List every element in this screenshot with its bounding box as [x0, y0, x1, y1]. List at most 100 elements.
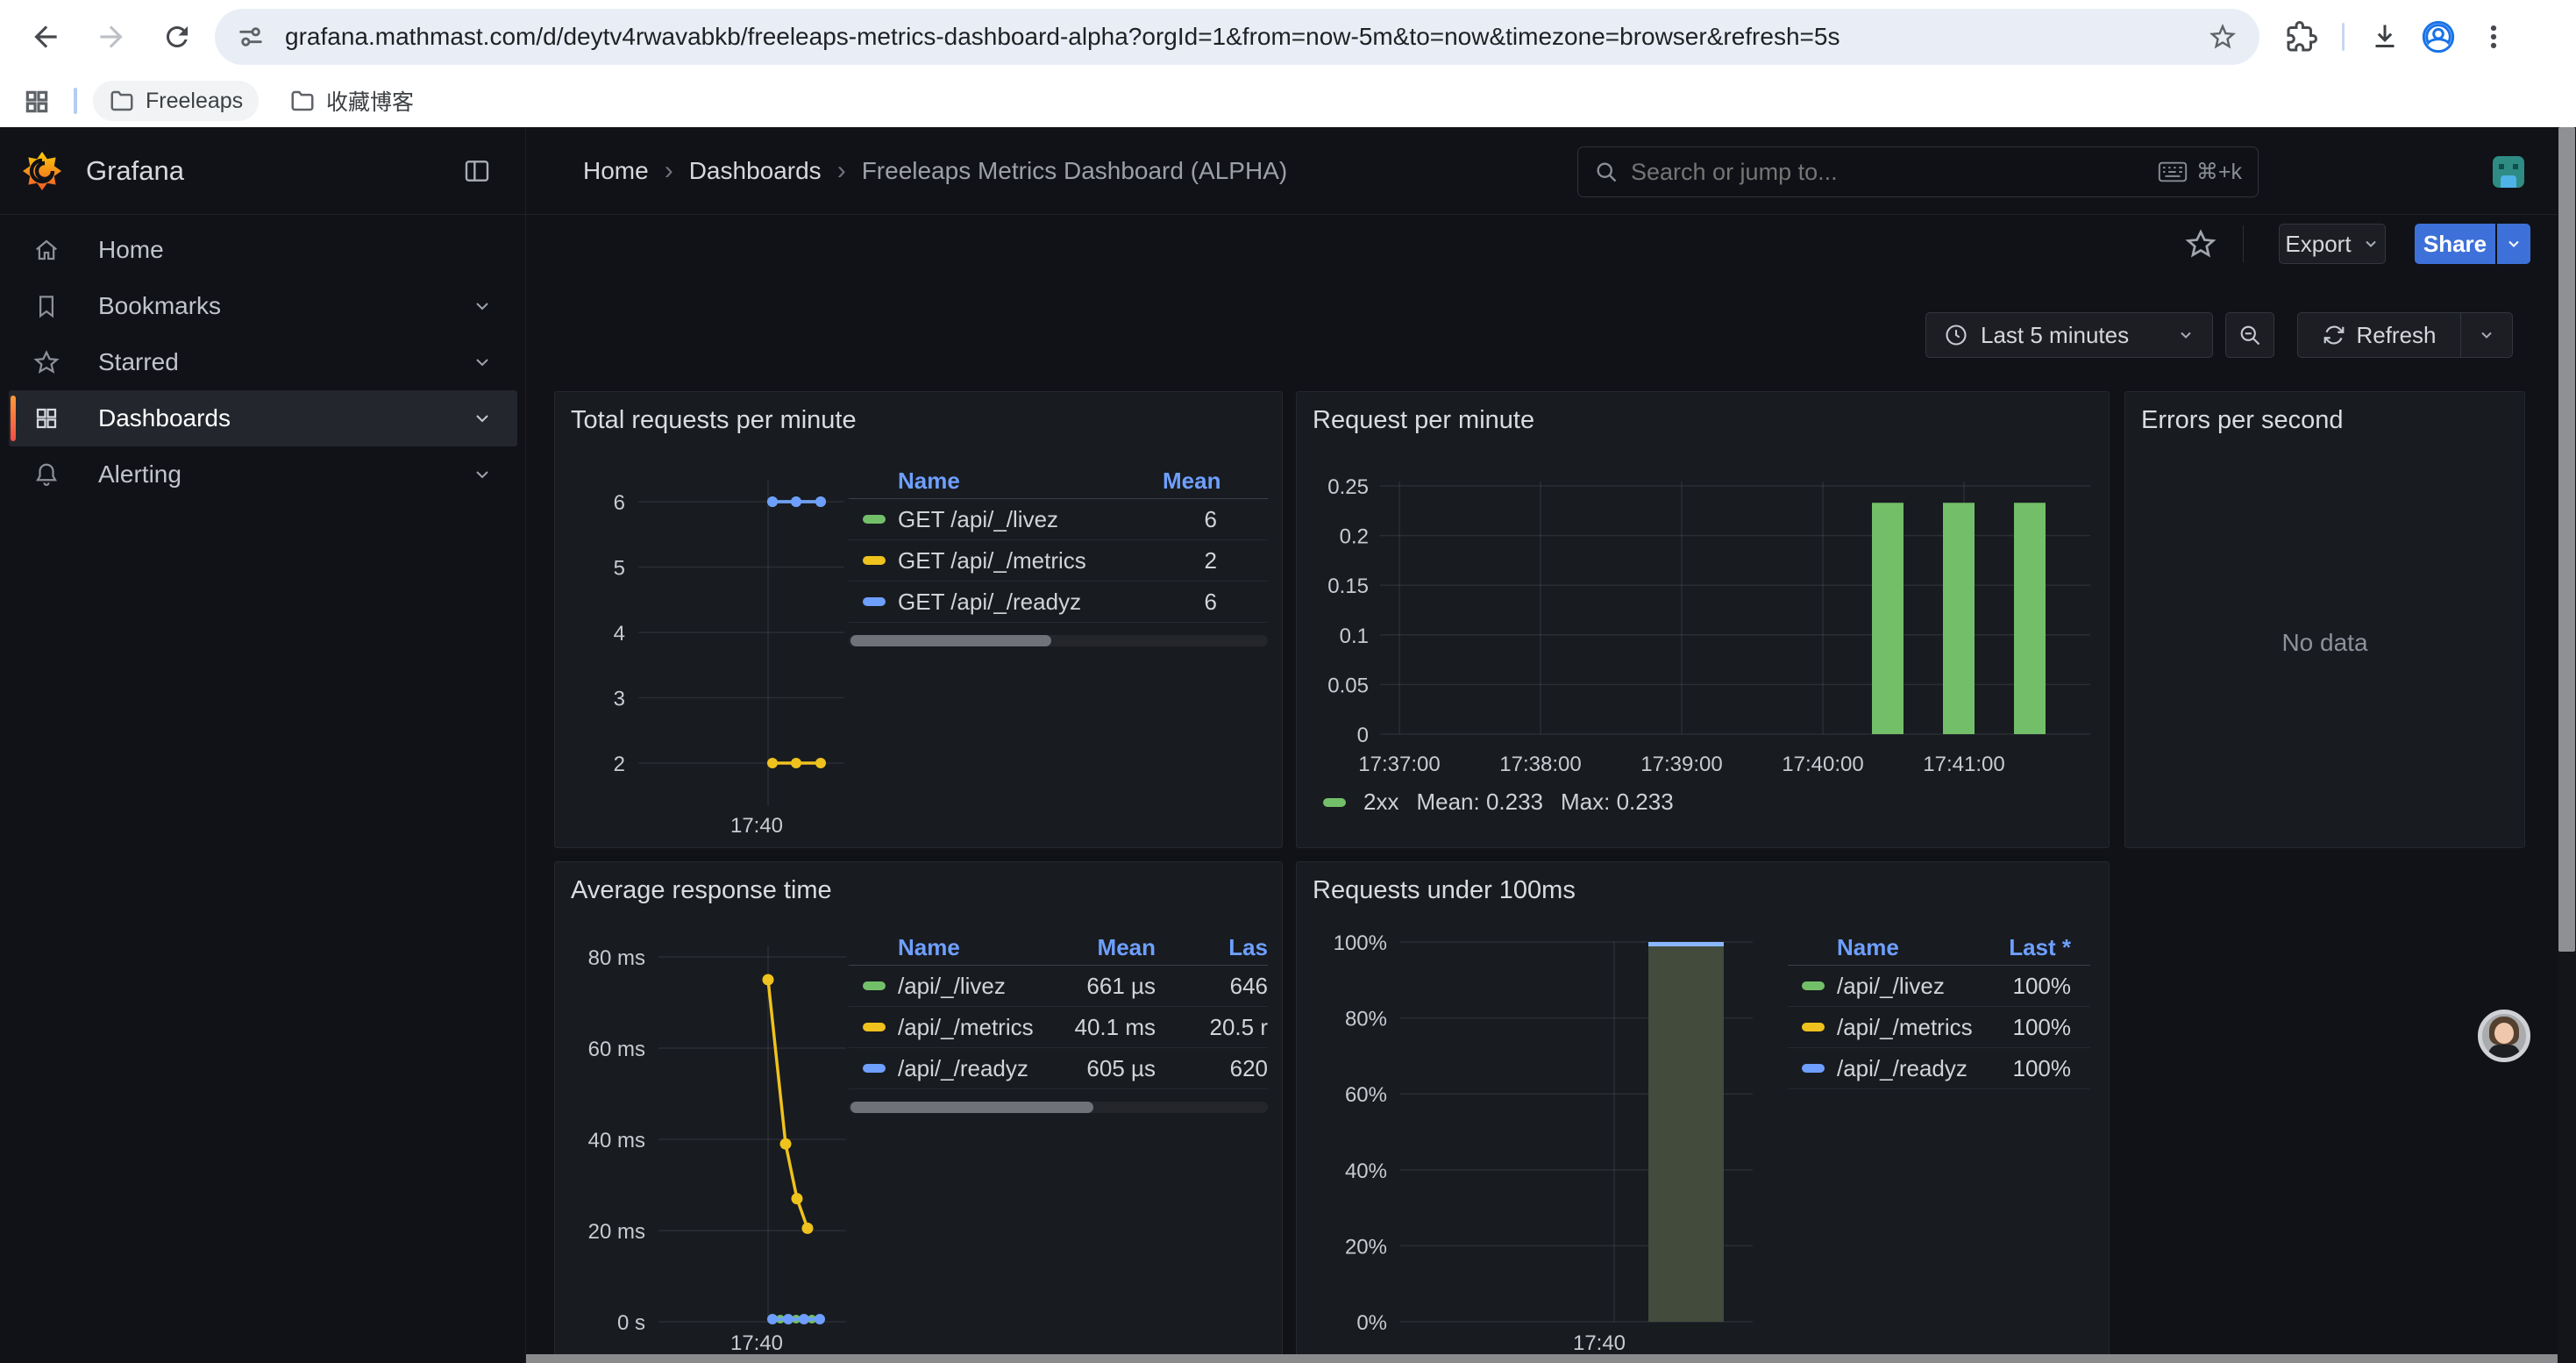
legend-row[interactable]: GET /api/_/readyz6 [849, 582, 1268, 623]
legend-row[interactable]: /api/_/metrics100% [1788, 1007, 2090, 1048]
legend-table: NameMeanGET /api/_/livez6GET /api/_/metr… [849, 464, 1268, 623]
home-icon [33, 237, 60, 263]
legend-row[interactable]: /api/_/readyz605 µs620 [849, 1048, 1268, 1089]
chevron-down-icon [2362, 235, 2380, 253]
series-value: 605 µs [1050, 1055, 1156, 1082]
series-value: 6 [1163, 589, 1268, 616]
chevron-down-icon[interactable] [472, 352, 493, 373]
series-name: /api/_/metrics [1837, 1014, 1976, 1041]
sidebar-item-starred[interactable]: Starred [9, 334, 517, 390]
reload-icon[interactable] [156, 16, 198, 58]
svg-text:0%: 0% [1356, 1311, 1387, 1335]
sidebar-item-label: Alerting [98, 460, 181, 489]
sidebar-item-label: Bookmarks [98, 292, 221, 320]
user-avatar[interactable] [2493, 156, 2524, 188]
bookmark-folder-blogs[interactable]: 收藏博客 [274, 81, 430, 121]
vertical-scrollbar-thumb[interactable] [2558, 127, 2575, 952]
legend-scrollbar[interactable] [849, 1102, 1268, 1113]
browser-menu-icon[interactable] [2473, 16, 2515, 58]
chevron-down-icon[interactable] [472, 296, 493, 317]
zoom-out-icon [2238, 323, 2262, 347]
series-swatch [863, 1064, 886, 1073]
sidebar-collapse-icon[interactable] [463, 157, 491, 185]
bookmark-folder-freeleaps[interactable]: Freeleaps [93, 81, 259, 121]
sidebar-item-home[interactable]: Home [9, 222, 517, 278]
apps-grid-icon[interactable] [16, 81, 58, 123]
search-input[interactable] [1631, 159, 2145, 186]
bookmark-star-icon[interactable] [2207, 21, 2238, 53]
chevron-down-icon [2478, 326, 2495, 344]
breadcrumb-current: Freeleaps Metrics Dashboard (ALPHA) [862, 157, 1288, 185]
svg-text:5: 5 [614, 557, 625, 581]
share-button[interactable]: Share [2415, 224, 2495, 264]
legend-row[interactable]: GET /api/_/livez6 [849, 499, 1268, 540]
screen: grafana.mathmast.com/d/deytv4rwavabkb/fr… [0, 0, 2576, 1363]
legend-scrollbar[interactable] [849, 635, 1268, 646]
series-swatch [863, 556, 886, 565]
panel-title[interactable]: Errors per second [2141, 406, 2344, 435]
svg-text:17:37:00: 17:37:00 [1358, 753, 1440, 776]
legend-row[interactable]: /api/_/readyz100% [1788, 1048, 2090, 1089]
legend-row[interactable]: /api/_/livez661 µs646 [849, 966, 1268, 1007]
zoom-out-button[interactable] [2225, 312, 2274, 358]
brand-title[interactable]: Grafana [86, 127, 184, 215]
svg-text:20 ms: 20 ms [588, 1220, 645, 1244]
svg-text:60 ms: 60 ms [588, 1038, 645, 1061]
legend-header[interactable]: NameMeanLas [849, 931, 1268, 966]
series-name: /api/_/readyz [1837, 1055, 1976, 1082]
search-box[interactable]: ⌘+k [1577, 146, 2259, 197]
horizontal-scrollbar[interactable] [526, 1354, 2558, 1363]
keyboard-shortcut: ⌘+k [2158, 159, 2242, 185]
bookmark-label: Freeleaps [146, 89, 243, 114]
chevron-down-icon [2505, 235, 2523, 253]
profile-icon[interactable] [2417, 16, 2459, 58]
svg-text:0.05: 0.05 [1327, 674, 1369, 697]
favorite-star-icon[interactable] [2185, 228, 2217, 260]
breadcrumb-separator: › [665, 156, 673, 186]
url-text[interactable]: grafana.mathmast.com/d/deytv4rwavabkb/fr… [285, 23, 2188, 51]
refresh-button[interactable]: Refresh [2297, 312, 2462, 358]
forward-icon[interactable] [90, 16, 132, 58]
svg-text:40%: 40% [1345, 1160, 1387, 1183]
breadcrumb-separator: › [837, 156, 846, 186]
keyboard-icon [2158, 161, 2188, 183]
legend-row[interactable]: /api/_/livez100% [1788, 966, 2090, 1007]
svg-text:0.15: 0.15 [1327, 574, 1369, 598]
series-swatch [863, 1023, 886, 1031]
dashboards-icon [33, 405, 60, 432]
sidebar-item-label: Home [98, 236, 164, 264]
extensions-icon[interactable] [2281, 16, 2323, 58]
grafana-content: Home › Dashboards › Freeleaps Metrics Da… [526, 127, 2576, 1363]
grafana-logo[interactable] [21, 150, 63, 192]
chevron-down-icon[interactable] [472, 464, 493, 485]
vertical-scrollbar[interactable] [2558, 127, 2576, 1363]
share-menu-button[interactable] [2497, 224, 2530, 264]
site-settings-icon[interactable] [236, 22, 266, 52]
address-bar[interactable]: grafana.mathmast.com/d/deytv4rwavabkb/fr… [215, 9, 2259, 65]
legend-row[interactable]: /api/_/metrics40.1 ms20.5 r [849, 1007, 1268, 1048]
svg-text:4: 4 [614, 622, 625, 646]
svg-text:0.25: 0.25 [1327, 475, 1369, 499]
request-per-minute-chart[interactable]: 0.250.20.150.10.05017:37:0017:38:0017:39… [1297, 392, 2110, 848]
sidebar-header: Grafana [0, 127, 526, 215]
series-swatch [863, 515, 886, 524]
downloads-icon[interactable] [2364, 16, 2406, 58]
refresh-interval-button[interactable] [2460, 312, 2513, 358]
breadcrumb-dashboards[interactable]: Dashboards [689, 157, 822, 185]
sidebar-item-alerting[interactable]: Alerting [9, 446, 517, 503]
breadcrumb: Home › Dashboards › Freeleaps Metrics Da… [583, 127, 1287, 215]
series-swatch [863, 981, 886, 990]
sidebar-item-dashboards[interactable]: Dashboards [9, 390, 517, 446]
legend-row[interactable]: GET /api/_/metrics2 [849, 540, 1268, 582]
export-button[interactable]: Export [2279, 224, 2386, 264]
sidebar-item-bookmarks[interactable]: Bookmarks [9, 278, 517, 334]
legend-2xx[interactable]: 2xx Mean: 0.233 Max: 0.233 [1323, 789, 1674, 816]
assistant-avatar[interactable] [2478, 1010, 2530, 1062]
series-value: 620 [1156, 1055, 1268, 1082]
time-range-picker[interactable]: Last 5 minutes [1925, 312, 2213, 358]
legend-header[interactable]: NameLast * [1788, 931, 2090, 966]
legend-header[interactable]: NameMean [849, 464, 1268, 499]
chevron-down-icon[interactable] [472, 408, 493, 429]
breadcrumb-home[interactable]: Home [583, 157, 649, 185]
back-icon[interactable] [25, 16, 67, 58]
